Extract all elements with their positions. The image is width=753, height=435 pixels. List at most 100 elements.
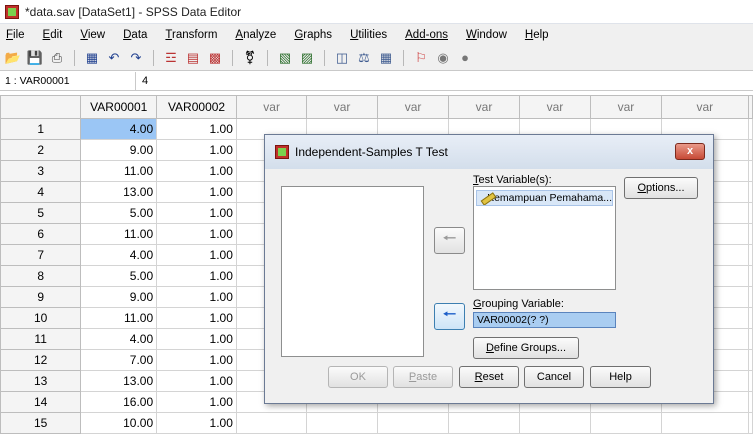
data-cell[interactable]: 13.00 bbox=[80, 370, 158, 392]
empty-cell[interactable] bbox=[748, 265, 753, 287]
menu-item[interactable]: Help bbox=[523, 28, 551, 42]
column-header[interactable]: VAR00002 bbox=[156, 95, 237, 119]
data-cell[interactable]: 1.00 bbox=[156, 370, 237, 392]
column-header[interactable]: var bbox=[590, 95, 662, 119]
data-cell[interactable]: 1.00 bbox=[156, 223, 237, 245]
data-cell[interactable]: 1.00 bbox=[156, 328, 237, 350]
redo-icon[interactable]: ↷ bbox=[127, 49, 145, 67]
insert-variable-icon[interactable]: ▨ bbox=[298, 49, 316, 67]
ok-button[interactable]: OK bbox=[328, 366, 388, 388]
data-cell[interactable]: 1.00 bbox=[156, 139, 237, 161]
empty-cell[interactable] bbox=[748, 223, 753, 245]
row-header[interactable]: 11 bbox=[0, 328, 82, 350]
row-header[interactable]: 5 bbox=[0, 202, 82, 224]
data-cell[interactable]: 1.00 bbox=[156, 202, 237, 224]
menu-item[interactable]: Window bbox=[464, 28, 509, 42]
find-icon[interactable]: ⚧ bbox=[241, 49, 259, 67]
row-header[interactable]: 6 bbox=[0, 223, 82, 245]
empty-cell[interactable] bbox=[748, 412, 753, 434]
empty-cell[interactable] bbox=[376, 412, 450, 434]
row-header[interactable]: 9 bbox=[0, 286, 82, 308]
data-cell[interactable]: 1.00 bbox=[156, 307, 237, 329]
empty-cell[interactable] bbox=[748, 370, 753, 392]
data-cell[interactable]: 1.00 bbox=[156, 265, 237, 287]
data-cell[interactable]: 10.00 bbox=[80, 412, 158, 434]
menu-item[interactable]: File bbox=[4, 28, 27, 42]
empty-cell[interactable] bbox=[748, 286, 753, 308]
row-header[interactable]: 12 bbox=[0, 349, 82, 371]
data-cell[interactable]: 1.00 bbox=[156, 391, 237, 413]
empty-cell[interactable] bbox=[748, 307, 753, 329]
empty-cell[interactable] bbox=[748, 181, 753, 203]
data-cell[interactable]: 4.00 bbox=[80, 328, 158, 350]
menu-item[interactable]: View bbox=[78, 28, 107, 42]
column-header[interactable]: var bbox=[660, 95, 750, 119]
menu-item[interactable]: Edit bbox=[41, 28, 65, 42]
close-button[interactable]: x bbox=[675, 143, 705, 160]
cell-value-input[interactable]: 4 bbox=[136, 75, 148, 87]
row-header[interactable]: 3 bbox=[0, 160, 82, 182]
menu-item[interactable]: Data bbox=[121, 28, 149, 42]
empty-cell[interactable] bbox=[748, 118, 753, 140]
select-cases-icon[interactable]: ▦ bbox=[377, 49, 395, 67]
grouping-variable-field[interactable]: VAR00002(? ?) bbox=[473, 312, 616, 328]
menu-item[interactable]: Add-ons bbox=[403, 28, 450, 42]
data-cell[interactable]: 16.00 bbox=[80, 391, 158, 413]
column-header[interactable]: var bbox=[306, 95, 378, 119]
row-header[interactable]: 8 bbox=[0, 265, 82, 287]
data-cell[interactable]: 4.00 bbox=[80, 118, 158, 140]
empty-cell[interactable] bbox=[590, 412, 662, 434]
menu-item[interactable]: Utilities bbox=[348, 28, 389, 42]
column-header[interactable]: var bbox=[448, 95, 520, 119]
use-sets-icon[interactable]: ◉ bbox=[434, 49, 452, 67]
menu-item[interactable]: Graphs bbox=[292, 28, 334, 42]
column-header[interactable]: var bbox=[376, 95, 450, 119]
open-icon[interactable]: 📂 bbox=[4, 49, 22, 67]
define-groups-button[interactable]: Define Groups... bbox=[473, 337, 579, 359]
list-item[interactable]: Kemampuan Pemahama... bbox=[476, 190, 613, 206]
data-cell[interactable]: 1.00 bbox=[156, 244, 237, 266]
empty-cell[interactable] bbox=[306, 412, 378, 434]
goto-case-icon[interactable]: ☲ bbox=[162, 49, 180, 67]
empty-cell[interactable] bbox=[748, 328, 753, 350]
data-cell[interactable]: 13.00 bbox=[80, 181, 158, 203]
row-header[interactable]: 2 bbox=[0, 139, 82, 161]
data-cell[interactable]: 4.00 bbox=[80, 244, 158, 266]
data-cell[interactable]: 1.00 bbox=[156, 286, 237, 308]
data-cell[interactable]: 9.00 bbox=[80, 286, 158, 308]
row-header[interactable]: 15 bbox=[0, 412, 82, 434]
data-cell[interactable]: 7.00 bbox=[80, 349, 158, 371]
empty-cell[interactable] bbox=[748, 391, 753, 413]
data-cell[interactable]: 1.00 bbox=[156, 160, 237, 182]
empty-cell[interactable] bbox=[748, 139, 753, 161]
data-cell[interactable]: 1.00 bbox=[156, 349, 237, 371]
data-cell[interactable]: 1.00 bbox=[156, 412, 237, 434]
help-button[interactable]: Help bbox=[590, 366, 651, 388]
insert-cases-icon[interactable]: ▧ bbox=[276, 49, 294, 67]
column-header[interactable]: VAR00001 bbox=[80, 95, 158, 119]
split-file-icon[interactable]: ◫ bbox=[333, 49, 351, 67]
menu-item[interactable]: Transform bbox=[163, 28, 219, 42]
empty-cell[interactable] bbox=[660, 412, 750, 434]
show-all-icon[interactable]: ● bbox=[456, 49, 474, 67]
reset-button[interactable]: Reset bbox=[459, 366, 519, 388]
dialog-recall-icon[interactable]: ▦ bbox=[83, 49, 101, 67]
print-icon[interactable]: ⎙ bbox=[48, 49, 66, 67]
source-variable-list[interactable] bbox=[281, 186, 424, 357]
row-header[interactable]: 13 bbox=[0, 370, 82, 392]
data-cell[interactable]: 11.00 bbox=[80, 307, 158, 329]
cancel-button[interactable]: Cancel bbox=[524, 366, 584, 388]
empty-cell[interactable] bbox=[448, 412, 520, 434]
weight-cases-icon[interactable]: ⚖ bbox=[355, 49, 373, 67]
data-cell[interactable]: 5.00 bbox=[80, 265, 158, 287]
data-cell[interactable]: 1.00 bbox=[156, 118, 237, 140]
row-header[interactable]: 10 bbox=[0, 307, 82, 329]
row-header[interactable]: 14 bbox=[0, 391, 82, 413]
empty-cell[interactable] bbox=[235, 412, 308, 434]
save-icon[interactable]: 💾 bbox=[26, 49, 44, 67]
empty-cell[interactable] bbox=[748, 244, 753, 266]
data-cell[interactable]: 5.00 bbox=[80, 202, 158, 224]
empty-cell[interactable] bbox=[748, 202, 753, 224]
empty-cell[interactable] bbox=[748, 349, 753, 371]
test-variables-list[interactable]: Kemampuan Pemahama... bbox=[473, 186, 616, 290]
